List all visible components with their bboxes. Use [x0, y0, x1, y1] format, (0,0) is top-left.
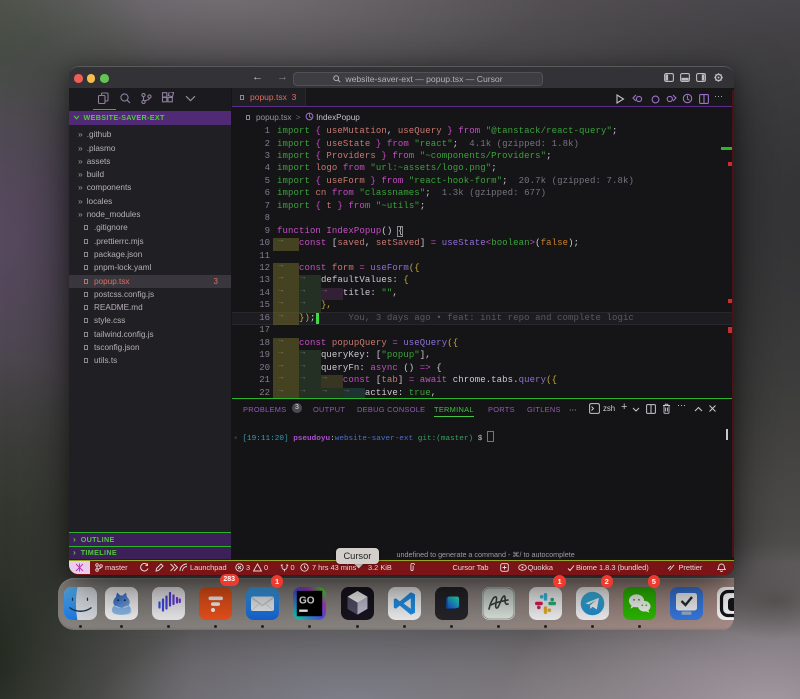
svg-text:GO: GO: [299, 596, 315, 607]
